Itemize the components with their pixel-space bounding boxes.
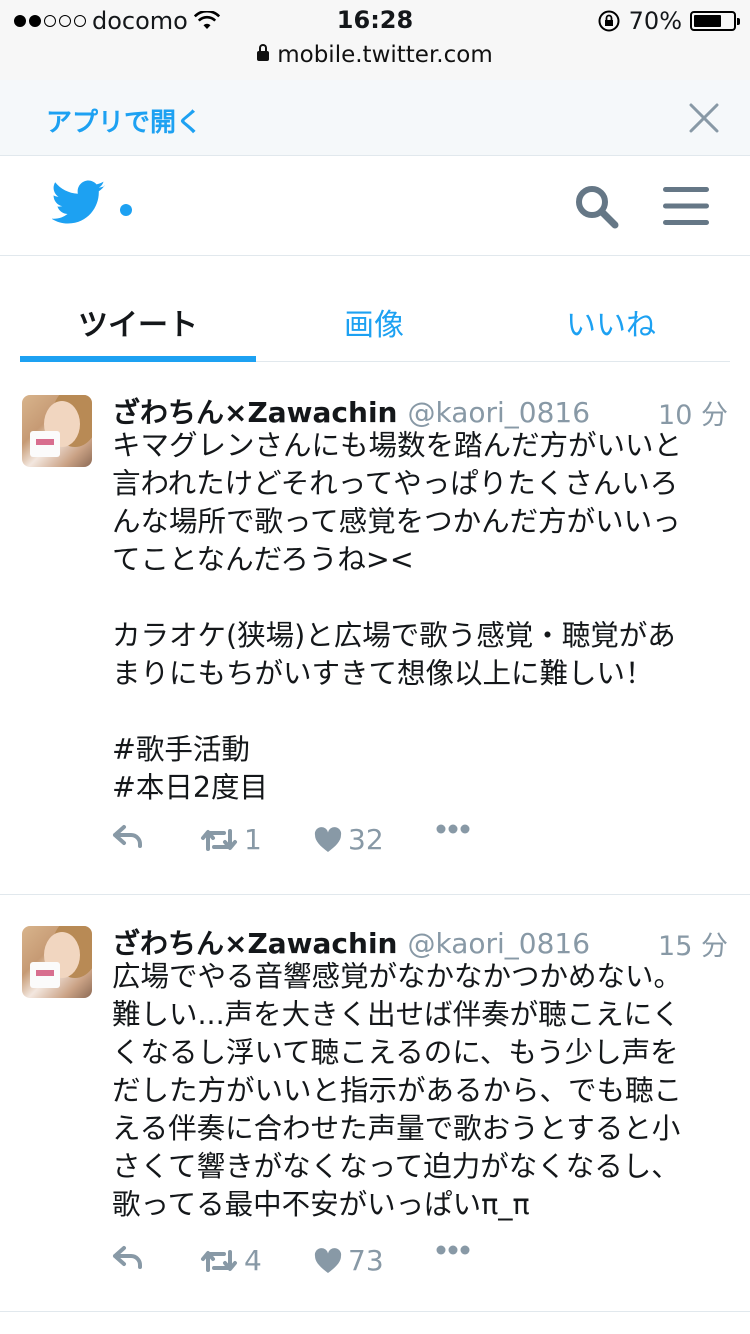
- tweet-item[interactable]: ざわちん×Zawachin @kaori_0816 15 分 広場でやる音響感覚が…: [0, 896, 750, 1312]
- notification-dot: [120, 204, 132, 216]
- search-icon[interactable]: [574, 184, 620, 230]
- more-button[interactable]: [436, 1244, 470, 1256]
- status-right-area: 70%: [597, 7, 740, 35]
- retweet-icon: [201, 828, 237, 851]
- tweet-actions: 4 73: [112, 1244, 532, 1284]
- tweet-actions: 1 32: [112, 823, 532, 863]
- battery-icon: [690, 11, 740, 31]
- reply-icon: [113, 825, 142, 848]
- retweet-button[interactable]: 1: [200, 823, 262, 856]
- lock-icon: [257, 44, 270, 61]
- battery-percent: 70%: [628, 7, 682, 35]
- top-nav: [0, 156, 750, 256]
- tweet-author-handle[interactable]: @kaori_0816: [407, 927, 590, 960]
- battery-level: [694, 15, 721, 27]
- avatar[interactable]: [22, 395, 92, 467]
- retweet-count: 1: [244, 823, 262, 856]
- url-text: mobile.twitter.com: [277, 42, 493, 68]
- open-in-app-link[interactable]: アプリで開く: [46, 102, 202, 139]
- reply-button[interactable]: [112, 823, 144, 849]
- tweet-author-handle[interactable]: @kaori_0816: [407, 396, 590, 429]
- more-dots-icon: [436, 824, 470, 834]
- more-button[interactable]: [436, 823, 470, 835]
- rotation-lock-icon: [598, 10, 620, 32]
- tweet-header: ざわちん×Zawachin @kaori_0816: [112, 922, 590, 962]
- reply-icon: [113, 1246, 142, 1269]
- close-icon[interactable]: [688, 102, 720, 134]
- active-tab-indicator: [20, 356, 256, 362]
- reply-button[interactable]: [112, 1244, 144, 1270]
- tweet-header: ざわちん×Zawachin @kaori_0816: [112, 391, 590, 431]
- heart-icon: [314, 826, 342, 852]
- tab-media[interactable]: 画像: [256, 300, 492, 344]
- profile-timeline-card: ツイート 画像 いいね ざわちん×Zawachin @kaori_0816 10 …: [0, 256, 750, 1334]
- like-count: 73: [348, 1244, 384, 1277]
- tweet-author-name[interactable]: ざわちん×Zawachin: [112, 927, 397, 960]
- avatar[interactable]: [22, 926, 92, 998]
- retweet-count: 4: [244, 1244, 262, 1277]
- heart-icon: [314, 1247, 342, 1273]
- like-button[interactable]: 73: [314, 1244, 384, 1277]
- open-in-app-banner: アプリで開く: [0, 80, 750, 156]
- address-bar-url[interactable]: mobile.twitter.com: [0, 42, 750, 68]
- tweet-item[interactable]: ざわちん×Zawachin @kaori_0816 10 分 キマグレンさんにも場…: [0, 363, 750, 895]
- tweet-text: キマグレンさんにも場数を踏んだ方がいいと 言われたけどそれってやっぱりたくさんい…: [112, 429, 683, 804]
- tab-tweets[interactable]: ツイート: [20, 300, 256, 344]
- status-bar: docomo 16:28 70% mobile.twitter.com: [0, 0, 750, 80]
- profile-tabs: ツイート 画像 いいね: [20, 256, 730, 362]
- like-count: 32: [348, 823, 384, 856]
- tweet-text: 広場でやる音響感覚がなかなかつかめない。 難しい...声を大きく出せば伴奏が聴こ…: [112, 960, 683, 1221]
- more-dots-icon: [436, 1245, 470, 1255]
- retweet-button[interactable]: 4: [200, 1244, 262, 1277]
- retweet-icon: [201, 1249, 237, 1272]
- like-button[interactable]: 32: [314, 823, 384, 856]
- hamburger-menu-icon[interactable]: [662, 184, 710, 228]
- twitter-bird-icon[interactable]: [52, 180, 106, 226]
- tab-likes[interactable]: いいね: [492, 300, 730, 344]
- tweet-author-name[interactable]: ざわちん×Zawachin: [112, 396, 397, 429]
